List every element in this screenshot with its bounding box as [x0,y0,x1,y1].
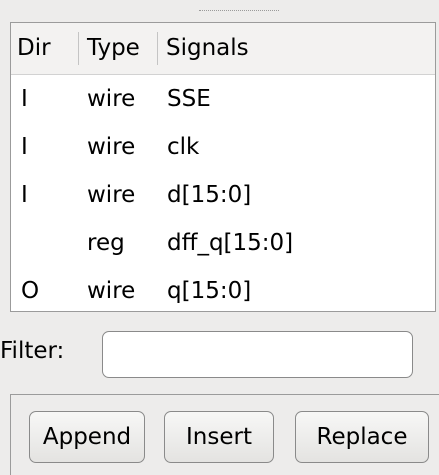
row-signal: SSE [167,86,211,112]
row-signal: clk [167,134,200,160]
row-dir: I [21,86,28,112]
row-type: reg [87,230,125,256]
table-row[interactable]: I wire SSE [11,75,435,123]
column-header-signals[interactable]: Signals [166,23,249,74]
column-header-type[interactable]: Type [87,23,140,74]
column-divider[interactable] [78,32,79,65]
column-header-dir[interactable]: Dir [17,23,51,74]
signals-table[interactable]: Dir Type Signals I wire SSE I wire clk I… [10,22,436,312]
filter-label: Filter: [0,338,65,364]
replace-button[interactable]: Replace [295,411,429,463]
table-row[interactable]: O wire q[15:0] [11,267,435,311]
column-divider[interactable] [157,32,158,65]
table-header: Dir Type Signals [11,23,435,75]
row-dir: I [21,134,28,160]
row-type: wire [87,134,136,160]
row-dir: I [21,182,28,208]
row-type: wire [87,278,136,304]
row-signal: d[15:0] [167,182,252,208]
row-signal: dff_q[15:0] [167,230,294,256]
table-row[interactable]: I wire d[15:0] [11,171,435,219]
filter-input[interactable] [102,331,413,378]
insert-button[interactable]: Insert [164,411,274,463]
pane-resize-grip[interactable] [199,10,279,11]
append-button[interactable]: Append [29,411,145,463]
row-signal: q[15:0] [167,278,252,304]
row-type: wire [87,86,136,112]
table-row[interactable]: I wire clk [11,123,435,171]
row-type: wire [87,182,136,208]
row-dir: O [21,278,40,304]
table-row[interactable]: reg dff_q[15:0] [11,219,435,267]
